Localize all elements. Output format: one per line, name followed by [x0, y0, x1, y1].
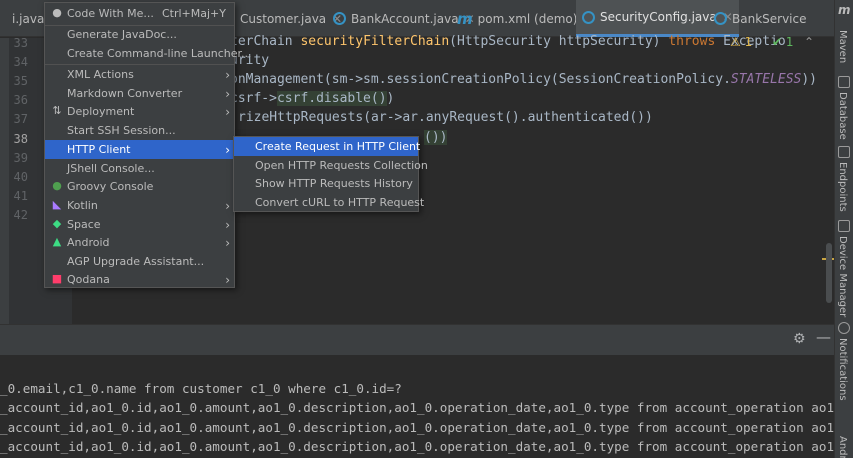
tab-label: BankService: [732, 11, 807, 26]
code-line: rizeHttpRequests(ar->ar.anyRequest().aut…: [238, 110, 653, 125]
ide-window: i.java ✕ Customer.java ✕ BankAccount.jav…: [0, 0, 853, 458]
device-icon[interactable]: [838, 220, 850, 232]
menu-item-kotlin[interactable]: ◣ Kotlin ›: [45, 196, 234, 215]
menu-item-markdown-converter[interactable]: Markdown Converter ›: [45, 84, 234, 103]
class-icon: [333, 12, 346, 25]
menu-item-agp-upgrade[interactable]: AGP Upgrade Assistant...: [45, 252, 234, 271]
database-tool[interactable]: Database: [837, 92, 848, 140]
bell-icon[interactable]: [838, 322, 850, 334]
android-tool[interactable]: Andro: [837, 436, 848, 458]
submenu-item-show-history[interactable]: Show HTTP Requests History: [234, 174, 418, 193]
run-console[interactable]: ⚙ — _0.email,c1_0.name from customer c1_…: [0, 324, 849, 458]
console-line: _account_id,ao1_0.id,ao1_0.amount,ao1_0.…: [0, 400, 853, 415]
minimize-icon[interactable]: —: [816, 328, 831, 346]
code-line: csrf->csrf.disable()): [230, 91, 395, 106]
menu-item-create-launcher[interactable]: Create Command-line Launcher...: [45, 44, 252, 63]
console-header: ⚙ —: [0, 325, 834, 355]
vertical-scrollbar[interactable]: [822, 38, 834, 324]
tab-label: BankAccount.java: [351, 11, 459, 26]
submenu-item-create-request[interactable]: Create Request in HTTP Client: [234, 137, 420, 156]
tab-label: pom.xml (demo): [477, 11, 578, 26]
notifications-tool[interactable]: Notifications: [837, 338, 848, 401]
person-icon: ●: [52, 6, 62, 19]
menu-item-android[interactable]: ▲ Android ›: [45, 233, 234, 252]
tab-label: i.java: [12, 11, 45, 26]
maven-icon: m: [457, 9, 473, 28]
menu-item-qodana[interactable]: ■ Qodana ›: [45, 270, 234, 289]
tab-pom-xml[interactable]: m pom.xml (demo) ✕: [457, 0, 594, 37]
warning-indicator[interactable]: ⚠ 1: [730, 35, 752, 49]
chevron-right-icon: ›: [225, 67, 230, 82]
android-icon[interactable]: [838, 420, 850, 432]
menu-item-deployment[interactable]: ⇅ Deployment ›: [45, 102, 234, 121]
code-line: ()): [424, 130, 448, 145]
submenu-item-convert-curl[interactable]: Convert cURL to HTTP Request: [234, 193, 424, 212]
console-line: _account_id,ao1_0.id,ao1_0.amount,ao1_0.…: [0, 439, 853, 454]
groovy-icon: ●: [52, 179, 62, 192]
class-icon: [714, 12, 727, 25]
menu-item-jshell[interactable]: JShell Console...: [45, 159, 234, 178]
console-line: _0.email,c1_0.name from customer c1_0 wh…: [0, 381, 402, 396]
chevron-right-icon: ›: [225, 217, 230, 232]
database-icon[interactable]: [838, 76, 850, 88]
chevron-right-icon: ›: [225, 198, 230, 213]
menu-item-groovy-console[interactable]: ● Groovy Console: [45, 177, 234, 196]
http-client-submenu: Create Request in HTTP Client Open HTTP …: [233, 136, 428, 212]
qodana-icon: ■: [51, 272, 63, 285]
menu-item-xml-actions[interactable]: XML Actions ›: [45, 65, 234, 84]
device-manager-tool[interactable]: Device Manager: [837, 236, 848, 317]
kotlin-icon: ◣: [52, 198, 62, 211]
menu-item-http-client[interactable]: HTTP Client ›: [45, 140, 234, 159]
tab-label: SecurityConfig.java: [600, 10, 717, 24]
maven-icon[interactable]: m: [838, 4, 851, 16]
code-line: onManagement(sm->sm.sessionCreationPolic…: [230, 72, 818, 87]
menu-item-generate-javadoc[interactable]: Generate JavaDoc...: [45, 25, 234, 44]
chevron-right-icon: ›: [225, 86, 230, 101]
menu-item-space[interactable]: ◆ Space ›: [45, 215, 234, 234]
tab-label: Customer.java: [240, 11, 327, 26]
android-icon: ▲: [52, 235, 62, 248]
chevron-up-icon[interactable]: ⌃: [804, 35, 814, 49]
tab-bankaccount-java[interactable]: BankAccount.java ✕: [333, 0, 475, 37]
chevron-right-icon: ›: [225, 142, 230, 157]
right-tool-strip: m Maven Database Endpoints Device Manage…: [834, 0, 853, 458]
chevron-right-icon: ›: [225, 104, 230, 119]
sync-icon: ⇅: [52, 104, 62, 117]
chevron-right-icon: ›: [225, 235, 230, 250]
tab-bankservice[interactable]: BankService: [714, 0, 807, 37]
shortcut-label: Ctrl+Maj+Y: [161, 7, 226, 20]
gear-icon[interactable]: ⚙: [793, 331, 806, 347]
class-icon: [582, 10, 595, 24]
submenu-item-open-collection[interactable]: Open HTTP Requests Collection: [234, 156, 428, 175]
menu-item-start-ssh[interactable]: Start SSH Session...: [45, 121, 234, 140]
chevron-right-icon: ›: [225, 272, 230, 287]
endpoints-tool[interactable]: Endpoints: [837, 162, 848, 212]
maven-tool[interactable]: Maven: [837, 30, 848, 63]
endpoints-icon[interactable]: [838, 146, 850, 158]
code-line: terChain securityFilterChain(HttpSecurit…: [230, 34, 786, 49]
scrollbar-thumb[interactable]: [826, 243, 832, 303]
console-line: _account_id,ao1_0.id,ao1_0.amount,ao1_0.…: [0, 420, 853, 435]
left-tool-strip: [0, 38, 9, 324]
space-icon: ◆: [52, 217, 62, 230]
context-menu: ● Code With Me... Ctrl+Maj+Y Generate Ja…: [44, 2, 252, 289]
menu-item-code-with-me[interactable]: ● Code With Me... Ctrl+Maj+Y: [45, 4, 234, 23]
check-indicator[interactable]: ✔ 1: [772, 35, 794, 49]
tab-customer-java[interactable]: Customer.java ✕: [240, 0, 342, 37]
